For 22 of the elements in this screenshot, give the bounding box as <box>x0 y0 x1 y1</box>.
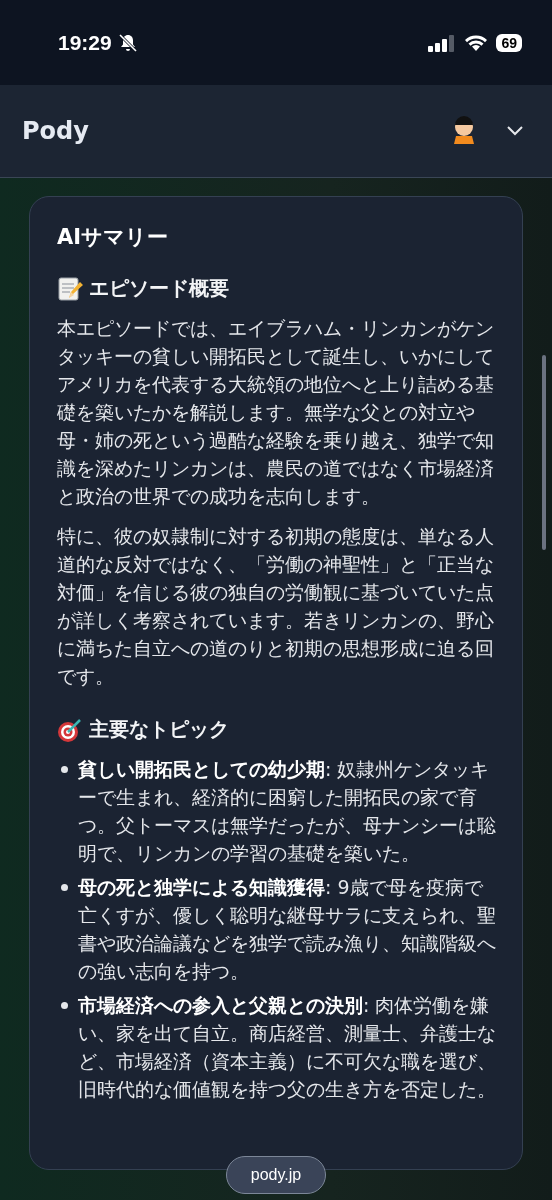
target-icon <box>57 716 83 743</box>
summary-paragraph: 本エピソードでは、エイブラハム・リンカンがケンタッキーの貧しい開拓民として誕生し、いかにしてアメリカを代表する大統領の地位へと上り詰める基礎を築いたかを解説します。無学な父との対立や母・姉の死という過酷な経験を乗り越え、独学で知識を深めたリンカンは、農民の道ではなく市場経済と政治の世界での成功を志向します。 <box>57 316 495 509</box>
bullet-icon <box>61 884 68 891</box>
wifi-icon <box>464 33 489 52</box>
section-heading: エピソード概要 <box>89 275 229 302</box>
section-heading: 主要なトピック <box>89 716 229 743</box>
topic-text: 母の死と独学による知識獲得: 9歳で母を疫病で亡くすが、優しく聡明な継母サラに支えられ、聖書や政治論議などを独学で読み漁り、知識階級への強い志向を持つ。 <box>78 875 497 984</box>
topic-text: 貧しい開拓民としての幼少期: 奴隷州ケンタッキーで生まれ、経済的に困窮した開拓民の家で育つ。父トーマスは無学だったが、母ナンシーは聡明で、リンカンの学習の基礎を築いた。 <box>78 757 497 866</box>
topic-text: 市場経済への参入と父親との決別: 肉体労働を嫌い、家を出て自立。商店経営、測量士、弁護士など、市場経済（資本主義）に不可欠な職を選び、旧時代的な価値観を持つ父の生き方を否定した。 <box>78 993 497 1102</box>
memo-icon <box>57 275 83 302</box>
status-time: 19:29 <box>58 30 112 55</box>
card-title: AIサマリー <box>57 224 170 251</box>
bullet-icon <box>61 766 68 773</box>
bullet-icon <box>61 1002 68 1009</box>
scrollbar[interactable] <box>542 355 546 550</box>
summary-paragraph: 特に、彼の奴隷制に対する初期の態度は、単なる人道的な反対ではなく、「労働の神聖性」と「正当な対価」を信じる彼の独自の労働観に基づいていた点が詳しく考察されています。若きリンカンの、野心に満ちた自立への道のりと初期の思想形成に迫る回です。 <box>57 524 495 689</box>
app-title: Pody <box>22 117 89 145</box>
signal-icon <box>428 33 457 52</box>
chevron-down-icon[interactable] <box>506 125 524 137</box>
bell-slash-icon <box>117 32 138 53</box>
url-bar[interactable]: pody.jp <box>226 1156 326 1194</box>
battery-level: 69 <box>496 33 522 52</box>
